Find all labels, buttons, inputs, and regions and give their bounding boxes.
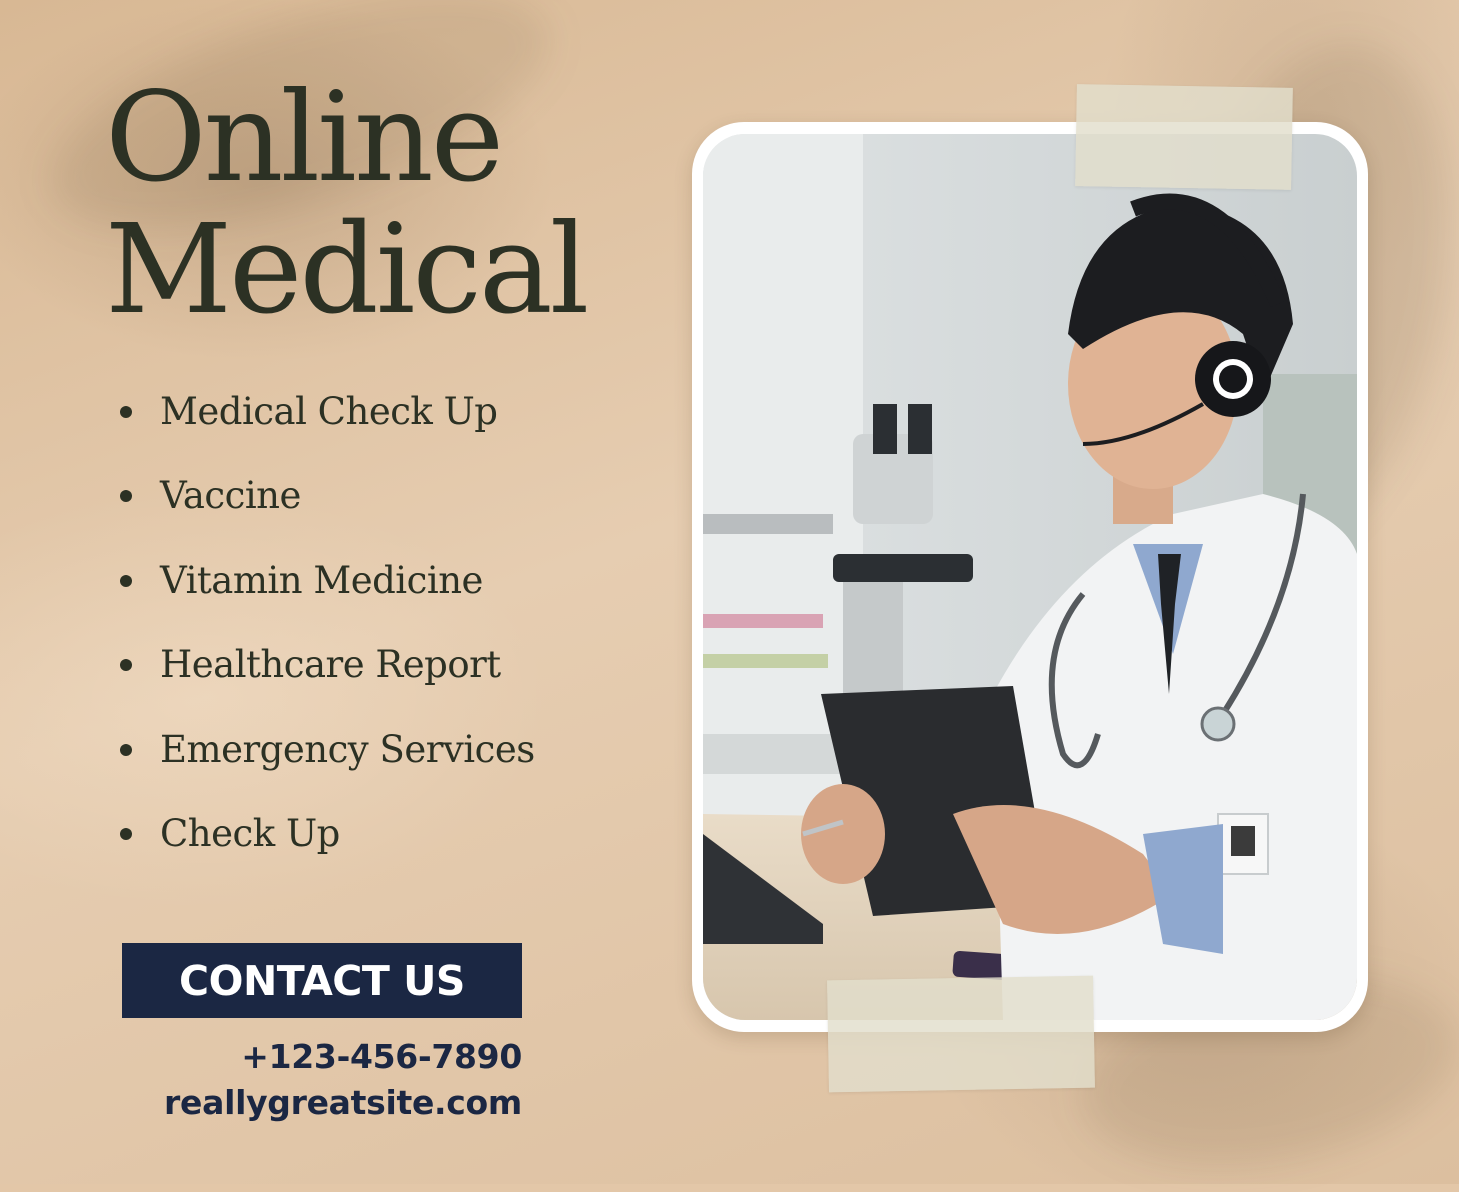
service-label: Check Up <box>160 811 340 855</box>
service-label: Vitamin Medicine <box>160 558 483 602</box>
service-label: Vaccine <box>160 474 301 518</box>
doctor-photo <box>703 134 1357 1020</box>
service-item: Vitamin Medicine <box>120 549 535 633</box>
tape-strip <box>1075 84 1293 190</box>
website-link[interactable]: reallygreatsite.com <box>164 1083 522 1122</box>
title-line-1: Online <box>105 66 504 210</box>
photo-frame <box>692 122 1368 1032</box>
bullet-icon <box>120 574 132 587</box>
service-label: Medical Check Up <box>160 390 498 433</box>
bullet-icon <box>120 743 132 756</box>
bullet-icon <box>120 490 132 503</box>
page-title: Online Medical <box>105 66 589 342</box>
service-label: Emergency Services <box>160 727 535 771</box>
service-item: Emergency Services <box>120 718 535 802</box>
service-label: Healthcare Report <box>160 643 501 687</box>
title-line-2: Medical <box>105 198 589 342</box>
contact-us-button[interactable]: CONTACT US <box>122 943 522 1018</box>
bullet-icon <box>120 406 132 418</box>
service-item: Vaccine <box>120 464 535 548</box>
service-item: Healthcare Report <box>120 633 535 717</box>
services-list: Medical Check Up Vaccine Vitamin Medicin… <box>120 380 535 886</box>
service-item: Medical Check Up <box>120 380 535 464</box>
tape-strip <box>827 975 1095 1093</box>
bullet-icon <box>120 659 132 672</box>
service-item: Check Up <box>120 802 535 886</box>
phone-number[interactable]: +123-456-7890 <box>241 1037 522 1076</box>
bullet-icon <box>120 827 132 840</box>
